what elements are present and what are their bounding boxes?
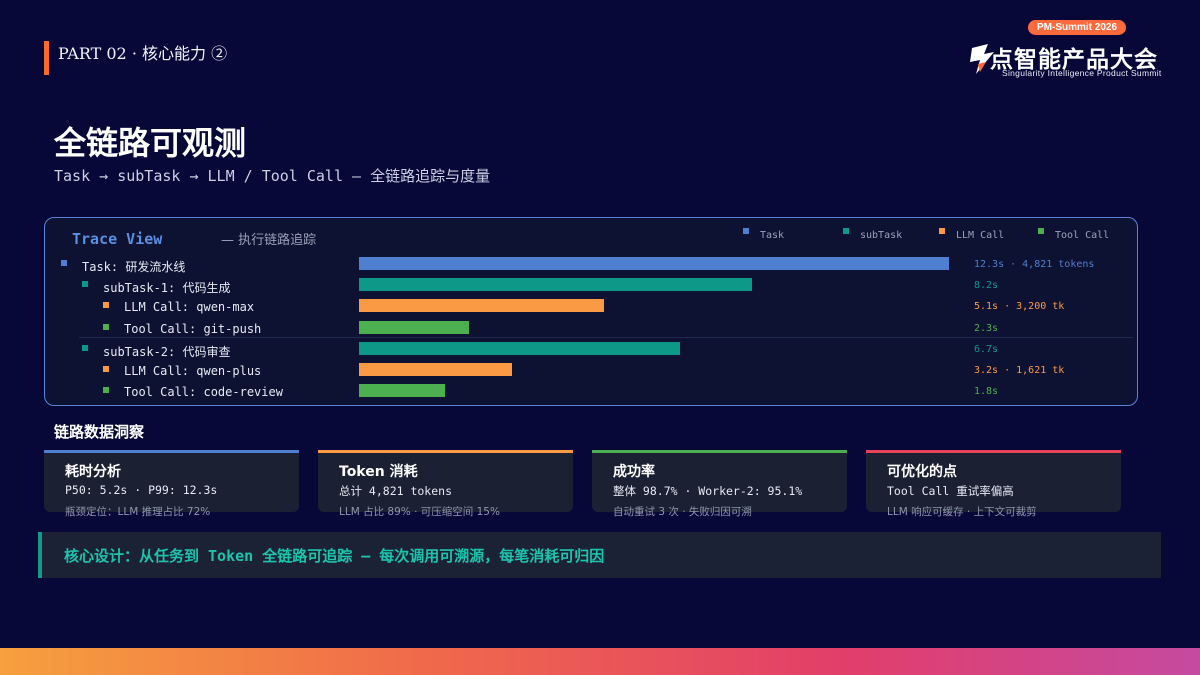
banner-accent	[38, 532, 42, 578]
summit-logo: PM-Summit 2026 点智能产品大会 Singularity Intel…	[966, 20, 1180, 82]
trace-row-value: 6.7s	[974, 343, 999, 355]
page-title: 全链路可观测	[54, 124, 247, 162]
legend-label: Task	[760, 230, 785, 241]
trace-row-marker	[61, 260, 67, 266]
trace-row-label: subTask-1: 代码生成	[103, 281, 231, 296]
trace-row-value: 12.3s · 4,821 tokens	[974, 259, 1095, 270]
insight-card-latency: 耗时分析 P50: 5.2s · P99: 12.3s 瓶颈定位：LLM 推理占…	[44, 450, 299, 518]
legend-swatch	[843, 228, 849, 234]
card-accent	[318, 450, 573, 453]
insight-card-optimize: 可优化的点 Tool Call 重试率偏高 LLM 响应可缓存 · 上下文可裁剪	[866, 450, 1121, 518]
trace-row-label: LLM Call: qwen-max	[124, 300, 255, 315]
trace-row-marker	[103, 366, 109, 372]
trace-row-marker	[103, 323, 109, 330]
trace-bar	[359, 341, 681, 355]
trace-row[interactable]: Tool Call: code-review 1.8s	[45, 384, 1137, 405]
trace-row-marker	[82, 281, 88, 288]
part-label: PART 02 · 核心能力 ②	[58, 44, 228, 63]
card-line1: 整体 98.7% · Worker-2: 95.1%	[613, 484, 803, 498]
legend-label: LLM Call	[956, 230, 1005, 241]
trace-bar	[359, 257, 949, 270]
trace-row[interactable]: subTask-2: 代码审查 6.7s	[45, 341, 1137, 363]
trace-row[interactable]: LLM Call: qwen-max 5.1s · 3,200 tk	[45, 299, 1137, 320]
trace-row-value: 5.1s · 3,200 tk	[974, 301, 1065, 313]
core-design-banner: 核心设计：从任务到 Token 全链路可追踪 — 每次调用可溯源，每笔消耗可归因	[38, 532, 1161, 578]
trace-row[interactable]: LLM Call: qwen-plus 3.2s · 1,621 tk	[45, 363, 1137, 384]
trace-row-label: Tool Call: git-push	[124, 321, 262, 336]
trace-view-title: Trace View	[72, 230, 163, 248]
bottom-gradient-strip	[0, 648, 1200, 675]
card-line1: Tool Call 重试率偏高	[887, 484, 1014, 498]
card-line1: 总计 4,821 tokens	[339, 484, 453, 498]
card-title: 耗时分析	[65, 464, 121, 480]
insight-card-success: 成功率 整体 98.7% · Worker-2: 95.1% 自动重试 3 次 …	[592, 450, 847, 518]
trace-view-subtitle: — 执行链路追踪	[221, 233, 317, 248]
card-accent	[44, 450, 299, 453]
trace-view-panel: Trace View — 执行链路追踪 Task subTask LLM Cal…	[44, 217, 1138, 406]
trace-row-label: subTask-2: 代码审查	[103, 344, 231, 359]
legend-swatch	[1038, 228, 1044, 234]
trace-row-marker	[103, 302, 109, 309]
card-line2: LLM 占比 89% · 可压缩空间 15%	[339, 506, 500, 518]
card-title: 成功率	[613, 464, 655, 480]
card-title: Token 消耗	[339, 464, 418, 480]
trace-row-value: 2.3s	[974, 322, 999, 334]
legend-swatch	[939, 228, 945, 234]
trace-row-marker	[82, 344, 88, 351]
trace-row-label: Tool Call: code-review	[124, 385, 283, 400]
trace-bar	[359, 363, 513, 376]
trace-row-value: 8.2s	[974, 280, 999, 292]
card-line2: 自动重试 3 次 · 失败归因可溯	[613, 506, 752, 518]
trace-bar	[359, 278, 753, 292]
trace-row-label: LLM Call: qwen-plus	[124, 364, 262, 378]
legend-label: Tool Call	[1055, 230, 1110, 241]
page-subtitle: Task → subTask → LLM / Tool Call — 全链路追踪…	[54, 167, 491, 185]
card-line1: P50: 5.2s · P99: 12.3s	[65, 483, 218, 497]
legend-label: subTask	[860, 230, 903, 241]
card-title: 可优化的点	[887, 464, 957, 480]
part-accent-bar	[44, 41, 49, 75]
trace-divider	[79, 337, 1133, 338]
trace-bar	[359, 320, 470, 334]
trace-row-value: 3.2s · 1,621 tk	[974, 365, 1065, 376]
core-design-text: 核心设计：从任务到 Token 全链路可追踪 — 每次调用可溯源，每笔消耗可归因	[64, 547, 605, 565]
trace-bar	[359, 299, 604, 313]
card-line2: LLM 响应可缓存 · 上下文可裁剪	[887, 506, 1037, 518]
insight-card-token: Token 消耗 总计 4,821 tokens LLM 占比 89% · 可压…	[318, 450, 573, 518]
logo-badge: PM-Summit 2026	[1028, 20, 1127, 35]
insights-title: 链路数据洞察	[54, 423, 145, 441]
trace-row-value: 1.8s	[974, 386, 999, 398]
trace-row-marker	[103, 387, 109, 394]
trace-row[interactable]: Task: 研发流水线 12.3s · 4,821 tokens	[45, 257, 1137, 278]
trace-row-label: Task: 研发流水线	[82, 260, 186, 274]
card-accent	[866, 450, 1121, 453]
card-line2: 瓶颈定位：LLM 推理占比 72%	[65, 506, 211, 518]
trace-row[interactable]: subTask-1: 代码生成 8.2s	[45, 278, 1137, 299]
logo-subtitle: Singularity Intelligence Product Summit	[1002, 68, 1162, 78]
card-accent	[592, 450, 847, 453]
trace-bar	[359, 384, 446, 398]
trace-row[interactable]: Tool Call: git-push 2.3s	[45, 320, 1137, 342]
legend-swatch	[743, 228, 749, 234]
